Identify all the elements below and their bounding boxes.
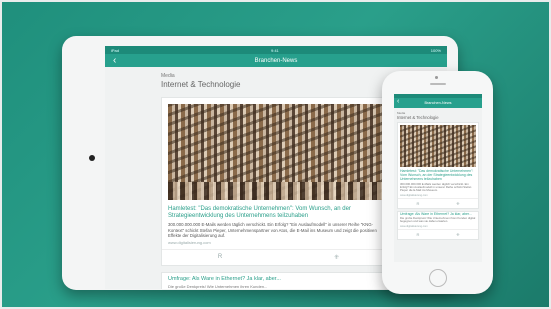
- bookmark-icon[interactable]: R: [218, 254, 222, 261]
- share-icon[interactable]: ⁜: [456, 201, 459, 206]
- article-actions: R ⁜: [398, 228, 478, 239]
- article-teaser: Die große Denkpreis! Wie Unternehmen ihr…: [168, 283, 268, 289]
- phone-device: ‹ Branchen-News Media Internet & Technol…: [382, 71, 493, 294]
- article-headline[interactable]: Hamletest: "Das demokratische Unternehme…: [398, 169, 478, 182]
- section-title: Internet & Technologie: [397, 115, 439, 120]
- nav-title: Branchen-News: [424, 101, 452, 105]
- chevron-left-icon[interactable]: ‹: [113, 55, 116, 66]
- article-card[interactable]: Umfrage: Als Ware in Ethernet? Ja klar, …: [161, 271, 396, 289]
- status-battery: 100%: [430, 47, 441, 53]
- section-kicker: Media: [161, 73, 175, 79]
- article-teaser: Die große Denkpreis! Wie Unternehmen ihr…: [400, 216, 476, 224]
- phone-screen: ‹ Branchen-News Media Internet & Technol…: [394, 94, 482, 262]
- chevron-left-icon[interactable]: ‹: [397, 98, 399, 105]
- article-teaser: 300.000.000.000 E-Mails werden täglich v…: [400, 181, 472, 193]
- bookmark-icon[interactable]: R: [416, 232, 419, 237]
- article-teaser: 300.000.000.000 E-Mails werden täglich v…: [168, 222, 377, 238]
- tablet-camera: [89, 155, 95, 161]
- bookmark-icon[interactable]: R: [416, 201, 419, 206]
- share-icon[interactable]: ⁜: [456, 232, 459, 237]
- tablet-status-bar: iPad 9:41 100%: [105, 46, 447, 54]
- article-source[interactable]: www.digitalisierung.com: [162, 239, 395, 249]
- tablet-nav-bar: ‹ Branchen-News: [105, 54, 447, 67]
- article-actions: R ⁜: [162, 248, 395, 265]
- article-card[interactable]: Umfrage: Als Ware in Ethernet? Ja klar, …: [397, 210, 479, 240]
- status-carrier: iPad: [111, 47, 120, 53]
- home-button[interactable]: [429, 269, 447, 287]
- article-actions: R ⁜: [398, 197, 478, 208]
- article-card[interactable]: Hamletest: "Das demokratische Unternehme…: [397, 122, 479, 209]
- nav-title: Branchen-News: [254, 57, 298, 64]
- phone-camera: [435, 76, 438, 79]
- phone-speaker: [430, 83, 446, 85]
- status-time: 9:41: [270, 47, 279, 53]
- article-headline[interactable]: Umfrage: Als Ware in Ethernet? Ja klar, …: [168, 276, 389, 282]
- article-photo: [400, 125, 476, 167]
- article-photo: [168, 104, 391, 200]
- phone-content: Media Internet & Technologie Hamletest: …: [394, 108, 482, 262]
- section-title: Internet & Technologie: [161, 80, 241, 89]
- phone-nav-bar: ‹ Branchen-News: [394, 98, 482, 108]
- article-headline[interactable]: Hamletest: "Das demokratische Unternehme…: [162, 206, 395, 220]
- article-card[interactable]: Hamletest: "Das demokratische Unternehme…: [161, 97, 396, 266]
- share-icon[interactable]: ⁜: [334, 254, 339, 261]
